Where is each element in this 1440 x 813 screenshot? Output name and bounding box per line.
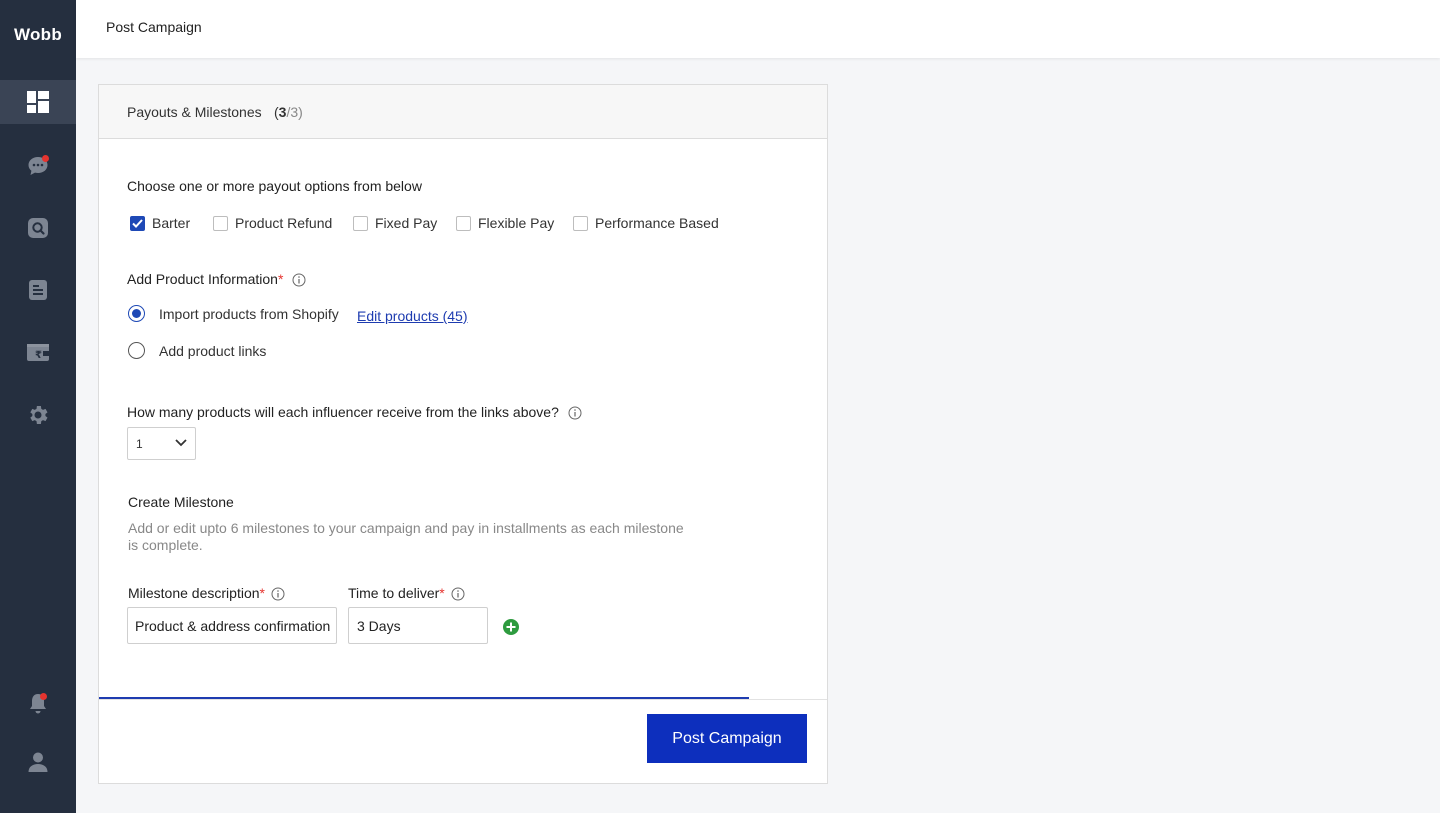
payout-option-label: Performance Based <box>595 215 719 231</box>
nav-documents[interactable] <box>0 268 76 312</box>
time-to-deliver-label-text: Time to deliver <box>348 585 440 601</box>
nav-notifications[interactable] <box>0 682 76 726</box>
nav-settings[interactable] <box>0 393 76 437</box>
payout-option-barter[interactable]: Barter <box>130 215 190 231</box>
required-mark: * <box>439 585 445 601</box>
chat-notification-dot <box>42 155 49 162</box>
post-campaign-button[interactable]: Post Campaign <box>647 714 807 763</box>
radio-import-shopify[interactable]: Import products from Shopify <box>128 305 339 322</box>
nav-profile[interactable] <box>0 740 76 784</box>
add-milestone-icon[interactable] <box>503 619 519 635</box>
brand-logo[interactable]: Wobb <box>0 0 76 70</box>
payout-option-label: Fixed Pay <box>375 215 438 231</box>
product-info-label: Add Product Information* <box>127 271 306 287</box>
checkbox-icon[interactable] <box>573 215 588 231</box>
radio-label: Import products from Shopify <box>159 305 339 322</box>
product-info-text: Add Product Information <box>127 271 278 287</box>
payout-option-performance-based[interactable]: Performance Based <box>573 215 719 231</box>
quantity-select[interactable]: 1 <box>127 427 196 460</box>
quantity-question: How many products will each influencer r… <box>127 404 582 420</box>
time-to-deliver-input[interactable]: 3 Days <box>348 607 488 644</box>
nav-search[interactable] <box>0 206 76 250</box>
milestone-description-label-text: Milestone description <box>128 585 260 601</box>
info-icon[interactable] <box>292 273 306 287</box>
checkbox-checked-icon[interactable] <box>130 215 145 231</box>
step-total: /3) <box>286 104 303 120</box>
checkbox-icon[interactable] <box>353 215 368 231</box>
milestone-title: Create Milestone <box>128 494 234 510</box>
info-icon[interactable] <box>271 587 285 601</box>
payout-option-fixed-pay[interactable]: Fixed Pay <box>353 215 437 231</box>
step-counter: (3/3) <box>274 104 303 120</box>
payout-option-flexible-pay[interactable]: Flexible Pay <box>456 215 554 231</box>
checkbox-icon[interactable] <box>456 215 471 231</box>
wallet-icon: ₹ <box>27 344 49 361</box>
svg-text:₹: ₹ <box>35 350 42 361</box>
card-header: Payouts & Milestones (3/3) <box>99 85 827 139</box>
nav-dashboard[interactable] <box>0 80 76 124</box>
search-icon <box>28 218 48 238</box>
user-icon <box>28 752 48 772</box>
dashboard-icon <box>27 91 49 113</box>
gear-icon <box>30 406 48 424</box>
radio-add-product-links[interactable]: Add product links <box>128 342 266 359</box>
info-icon[interactable] <box>451 587 465 601</box>
page-title: Post Campaign <box>106 19 202 35</box>
info-icon[interactable] <box>568 406 582 420</box>
notification-dot <box>40 693 47 700</box>
quantity-question-text: How many products will each influencer r… <box>127 404 559 420</box>
nav-chat[interactable] <box>0 144 76 188</box>
milestone-description-label: Milestone description* <box>128 585 285 601</box>
radio-label: Add product links <box>159 342 267 359</box>
payout-option-product-refund[interactable]: Product Refund <box>213 215 332 231</box>
document-icon <box>29 280 47 300</box>
milestone-description-input[interactable]: Product & address confirmation <box>127 607 337 644</box>
nav-payments[interactable]: ₹ <box>0 330 76 374</box>
time-to-deliver-label: Time to deliver* <box>348 585 465 601</box>
checkbox-icon[interactable] <box>213 215 228 231</box>
edit-products-link[interactable]: Edit products (45) <box>357 308 468 324</box>
payout-option-label: Barter <box>152 215 191 231</box>
payout-option-label: Flexible Pay <box>478 215 555 231</box>
top-bar: Post Campaign <box>76 0 1440 58</box>
radio-selected-icon[interactable] <box>128 305 145 322</box>
required-mark: * <box>277 271 284 287</box>
chevron-down-icon <box>175 439 187 447</box>
payouts-card: Payouts & Milestones (3/3) Choose one or… <box>98 84 828 784</box>
radio-icon[interactable] <box>128 342 145 359</box>
required-mark: * <box>259 585 265 601</box>
section-title: Payouts & Milestones <box>127 104 262 120</box>
payout-prompt: Choose one or more payout options from b… <box>127 178 422 194</box>
milestone-description-help: Add or edit upto 6 milestones to your ca… <box>128 520 684 553</box>
payout-option-label: Product Refund <box>235 215 333 231</box>
sidebar: Wobb ₹ <box>0 0 76 813</box>
quantity-value: 1 <box>136 437 143 451</box>
